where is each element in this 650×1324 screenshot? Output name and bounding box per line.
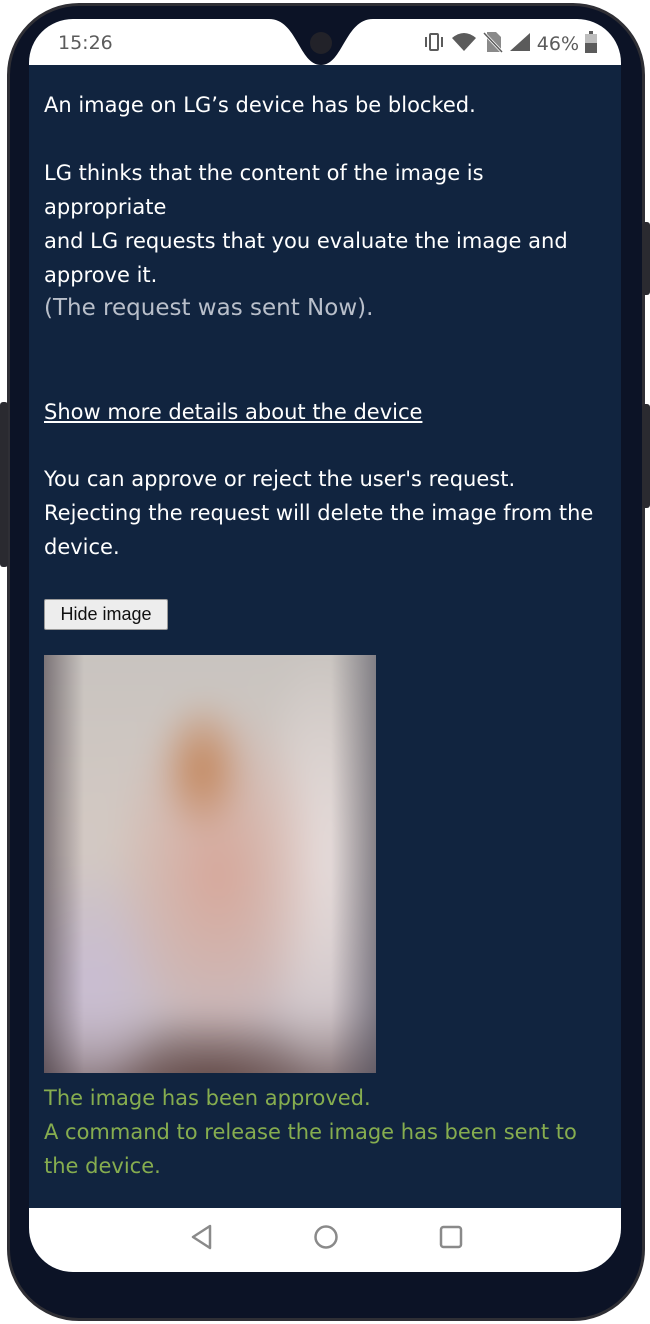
main-content: An image on LG’s device has be blocked. …: [29, 65, 621, 1208]
appropriate-message: LG thinks that the content of the image …: [44, 161, 484, 219]
navigation-bar: [29, 1208, 621, 1272]
home-icon[interactable]: [311, 1222, 341, 1252]
power-button-upper: [642, 222, 650, 295]
camera-notch: [269, 19, 373, 65]
request-message: and LG requests that you evaluate the im…: [44, 229, 568, 287]
release-command-message: A command to release the image has been …: [44, 1120, 577, 1178]
volume-button: [0, 402, 8, 567]
approve-reject-info: You can approve or reject the user's req…: [44, 467, 594, 559]
approved-message: The image has been approved.: [44, 1086, 371, 1110]
recents-icon[interactable]: [436, 1222, 466, 1252]
blurred-image: [44, 655, 376, 1073]
phone-screen: 15:26 46% An image on LG’s device has be…: [29, 19, 621, 1272]
approved-status: The image has been approved. A command t…: [44, 1081, 604, 1183]
device-details-link[interactable]: Show more details about the device: [44, 400, 422, 424]
power-button-lower: [642, 404, 650, 508]
back-icon[interactable]: [187, 1222, 217, 1252]
hide-image-button[interactable]: Hide image: [44, 599, 168, 630]
blocked-message: An image on LG’s device has be blocked.: [44, 93, 476, 117]
request-sent-time: (The request was sent Now).: [44, 295, 374, 321]
